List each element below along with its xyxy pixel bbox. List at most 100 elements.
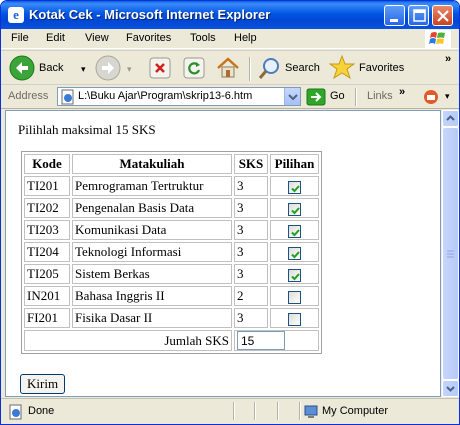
- address-dropdown-button[interactable]: [284, 88, 300, 105]
- instruction-text: Pilihlah maksimal 15 SKS: [18, 122, 156, 137]
- cell-matakuliah: Pengenalan Basis Data: [72, 198, 232, 218]
- pilihan-checkbox[interactable]: [288, 224, 301, 238]
- cell-kode: TI205: [24, 264, 70, 284]
- back-label: Back: [39, 62, 64, 74]
- cell-matakuliah: Fisika Dasar II: [72, 308, 232, 328]
- cell-matakuliah: Sistem Berkas: [72, 264, 232, 284]
- home-icon: [217, 57, 239, 78]
- table-row: TI202 Pengenalan Basis Data 3: [24, 198, 319, 218]
- status-divider: [254, 402, 255, 420]
- cell-sks: 3: [234, 264, 268, 284]
- forward-arrow-icon: [95, 55, 121, 81]
- table-row: TI203 Komunikasi Data 3: [24, 220, 319, 240]
- address-bar: Address L:\Buku Ajar\Program\skrip13-6.h…: [1, 85, 459, 109]
- search-button[interactable]: Search: [257, 51, 321, 86]
- pilihan-checkbox[interactable]: [288, 202, 301, 216]
- total-sks-input[interactable]: [237, 331, 285, 350]
- menu-view[interactable]: View: [85, 32, 109, 44]
- cell-matakuliah: Bahasa Inggris II: [72, 286, 232, 306]
- refresh-icon: [183, 57, 205, 79]
- home-button[interactable]: [215, 51, 241, 86]
- links-button[interactable]: Links: [367, 90, 393, 102]
- chevron-up-icon: [446, 115, 455, 121]
- go-arrow-icon[interactable]: [306, 88, 326, 106]
- stop-button[interactable]: [149, 51, 173, 86]
- cell-pilihan: [270, 308, 319, 328]
- table-row: TI204 Teknologi Informasi 3: [24, 242, 319, 262]
- cell-kode: TI202: [24, 198, 70, 218]
- menu-file[interactable]: File: [11, 32, 29, 44]
- ie-app-icon: e: [8, 7, 24, 23]
- cell-pilihan: [270, 242, 319, 262]
- menu-edit[interactable]: Edit: [46, 32, 65, 44]
- status-divider: [233, 402, 234, 420]
- security-zone-text: My Computer: [322, 405, 389, 417]
- cell-kode: TI204: [24, 242, 70, 262]
- total-row: Jumlah SKS: [24, 330, 319, 351]
- refresh-button[interactable]: [183, 51, 207, 86]
- ie-tools-dropdown-icon[interactable]: ▾: [445, 91, 450, 102]
- forward-dropdown-icon[interactable]: ▾: [127, 64, 132, 75]
- pilihan-checkbox[interactable]: [288, 268, 301, 282]
- back-dropdown-icon[interactable]: ▾: [81, 64, 86, 75]
- cell-pilihan: [270, 264, 319, 284]
- title-bar[interactable]: e Kotak Cek - Microsoft Internet Explore…: [1, 1, 459, 29]
- cell-kode: IN201: [24, 286, 70, 306]
- pilihan-checkbox[interactable]: [288, 312, 301, 326]
- checkmark-icon: [291, 272, 300, 280]
- go-button[interactable]: Go: [330, 90, 345, 102]
- address-input[interactable]: L:\Buku Ajar\Program\skrip13-6.htm: [57, 87, 301, 106]
- scroll-down-button[interactable]: [442, 380, 459, 397]
- toolbar-separator: [249, 57, 250, 81]
- stop-icon: [149, 57, 171, 79]
- cell-matakuliah: Komunikasi Data: [72, 220, 232, 240]
- menu-help[interactable]: Help: [234, 32, 257, 44]
- page-icon: [61, 89, 74, 105]
- status-divider: [277, 402, 278, 420]
- pilihan-checkbox[interactable]: [288, 290, 301, 304]
- back-button[interactable]: Back: [9, 51, 77, 86]
- toolbar-overflow-icon[interactable]: »: [445, 53, 451, 65]
- menu-favorites[interactable]: Favorites: [126, 32, 171, 44]
- status-text: Done: [28, 405, 55, 417]
- pilihan-checkbox[interactable]: [288, 246, 301, 260]
- toolbar: Back ▾ ▾ Search Favorites »: [1, 50, 459, 85]
- chevron-down-icon: [446, 386, 455, 392]
- favorites-label: Favorites: [359, 62, 405, 74]
- table-header-row: Kode Matakuliah SKS Pilihan: [24, 154, 319, 174]
- cell-sks: 3: [234, 220, 268, 240]
- windows-logo-icon: [425, 30, 451, 48]
- menu-tools[interactable]: Tools: [190, 32, 216, 44]
- header-pilihan: Pilihan: [270, 154, 319, 174]
- table-row: TI205 Sistem Berkas 3: [24, 264, 319, 284]
- chevron-down-icon: [288, 94, 298, 101]
- checkmark-icon: [291, 250, 300, 258]
- header-sks: SKS: [234, 154, 268, 174]
- favorites-button[interactable]: Favorites: [329, 51, 411, 86]
- ie-tools-icon[interactable]: [422, 88, 442, 106]
- grip-icon: [447, 250, 454, 258]
- minimize-button[interactable]: [384, 5, 405, 26]
- cell-matakuliah: Teknologi Informasi: [72, 242, 232, 262]
- address-label: Address: [8, 90, 49, 102]
- close-button[interactable]: [432, 5, 453, 26]
- total-label: Jumlah SKS: [24, 330, 232, 351]
- cell-pilihan: [270, 198, 319, 218]
- pilihan-checkbox[interactable]: [288, 180, 301, 194]
- done-page-icon: [9, 404, 22, 420]
- maximize-button[interactable]: [408, 5, 429, 26]
- table-row: IN201 Bahasa Inggris II 2: [24, 286, 319, 306]
- search-icon: [258, 58, 279, 79]
- table-row: TI201 Pemrograman Tertruktur 3: [24, 176, 319, 196]
- submit-button[interactable]: Kirim: [20, 374, 66, 394]
- menu-bar: File Edit View Favorites Tools Help: [1, 29, 459, 49]
- course-table: Kode Matakuliah SKS Pilihan TI201 Pemrogr…: [21, 151, 322, 354]
- scroll-up-button[interactable]: [442, 110, 459, 127]
- status-bar: Done My Computer: [1, 398, 459, 424]
- vertical-scrollbar[interactable]: [441, 110, 459, 397]
- forward-button[interactable]: [95, 51, 125, 86]
- search-label: Search: [285, 62, 320, 74]
- links-overflow-icon[interactable]: »: [399, 86, 405, 98]
- checkmark-icon: [291, 184, 300, 192]
- scroll-thumb[interactable]: [442, 127, 459, 380]
